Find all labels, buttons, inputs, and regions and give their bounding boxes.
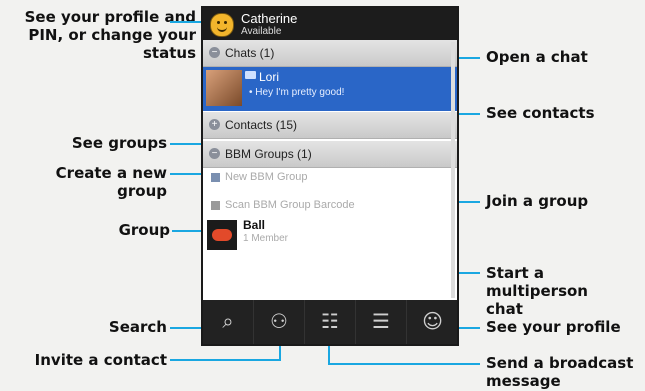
scan-barcode-item[interactable]: Scan BBM Group Barcode (203, 198, 457, 216)
profile-icon: ☺ (422, 309, 443, 333)
message-icon (245, 71, 256, 79)
leader-line-see-groups (170, 143, 203, 145)
add-contact-icon: ⚇ (270, 309, 288, 333)
callout-send-broadcast: Send a broadcast message (486, 354, 634, 390)
contact-avatar (206, 70, 242, 106)
bbm-screen: Catherine Available − Chats (1) Lori • H… (201, 6, 459, 346)
collapse-icon[interactable]: − (209, 148, 220, 159)
callout-see-your-profile: See your profile (486, 318, 621, 336)
smiley-avatar-icon[interactable] (210, 13, 234, 37)
profile-button[interactable]: ☺ (407, 300, 457, 344)
group-name: Ball (243, 218, 266, 232)
user-name: Catherine (241, 11, 298, 26)
collapse-icon[interactable]: − (209, 47, 220, 58)
callout-start-multiperson: Start a multiperson chat (486, 264, 588, 318)
callout-open-chat: Open a chat (486, 48, 588, 66)
chat-row-lori[interactable]: Lori • Hey I'm pretty good! (203, 67, 457, 111)
callout-see-groups: See groups (71, 134, 167, 152)
new-group-label: New BBM Group (225, 171, 308, 183)
section-groups-label: BBM Groups (1) (225, 147, 312, 161)
invite-contact-button[interactable]: ⚇ (254, 300, 305, 344)
section-groups[interactable]: − BBM Groups (1) (203, 141, 457, 168)
user-status[interactable]: Available (241, 26, 281, 37)
callout-join-group: Join a group (486, 192, 589, 210)
scrollbar[interactable] (451, 42, 455, 298)
barcode-icon (211, 201, 220, 210)
section-contacts[interactable]: + Contacts (15) (203, 112, 457, 139)
search-button[interactable]: ⌕ (203, 300, 254, 344)
callout-group: Group (118, 221, 170, 239)
group-row-ball[interactable]: Ball 1 Member (203, 218, 457, 252)
group-member-count: 1 Member (243, 233, 289, 244)
callout-see-contacts: See contacts (486, 104, 595, 122)
expand-icon[interactable]: + (209, 119, 220, 130)
leader-line-broadcast-h (329, 363, 480, 365)
section-chats[interactable]: − Chats (1) (203, 40, 457, 67)
bottom-action-bar: ⌕ ⚇ ☷ ☰ ☺ (203, 300, 457, 344)
search-icon: ⌕ (222, 309, 234, 333)
chat-contact-name: Lori (259, 70, 280, 84)
broadcast-button[interactable]: ☷ (305, 300, 356, 344)
profile-header[interactable]: Catherine Available (203, 8, 457, 40)
callout-create-group: Create a new group (55, 164, 167, 200)
chat-last-message: • Hey I'm pretty good! (249, 87, 345, 98)
multiperson-chat-button[interactable]: ☰ (356, 300, 407, 344)
callout-search: Search (108, 318, 167, 336)
chat-message-text: Hey I'm pretty good! (255, 87, 345, 98)
new-group-item[interactable]: New BBM Group (203, 170, 457, 188)
scan-barcode-label: Scan BBM Group Barcode (225, 199, 355, 211)
leader-line-create-group (170, 173, 203, 175)
callout-invite-contact: Invite a contact (34, 351, 167, 369)
broadcast-message-icon: ☷ (321, 309, 339, 333)
multiperson-chat-icon: ☰ (372, 309, 390, 333)
callout-profile-pin: See your profile and PIN, or change your… (24, 8, 196, 62)
new-group-icon (211, 173, 220, 182)
group-picture (207, 220, 237, 250)
leader-line-group (172, 230, 203, 232)
leader-line-invite-h (170, 359, 280, 361)
section-chats-label: Chats (1) (225, 46, 275, 60)
section-contacts-label: Contacts (15) (225, 118, 298, 132)
